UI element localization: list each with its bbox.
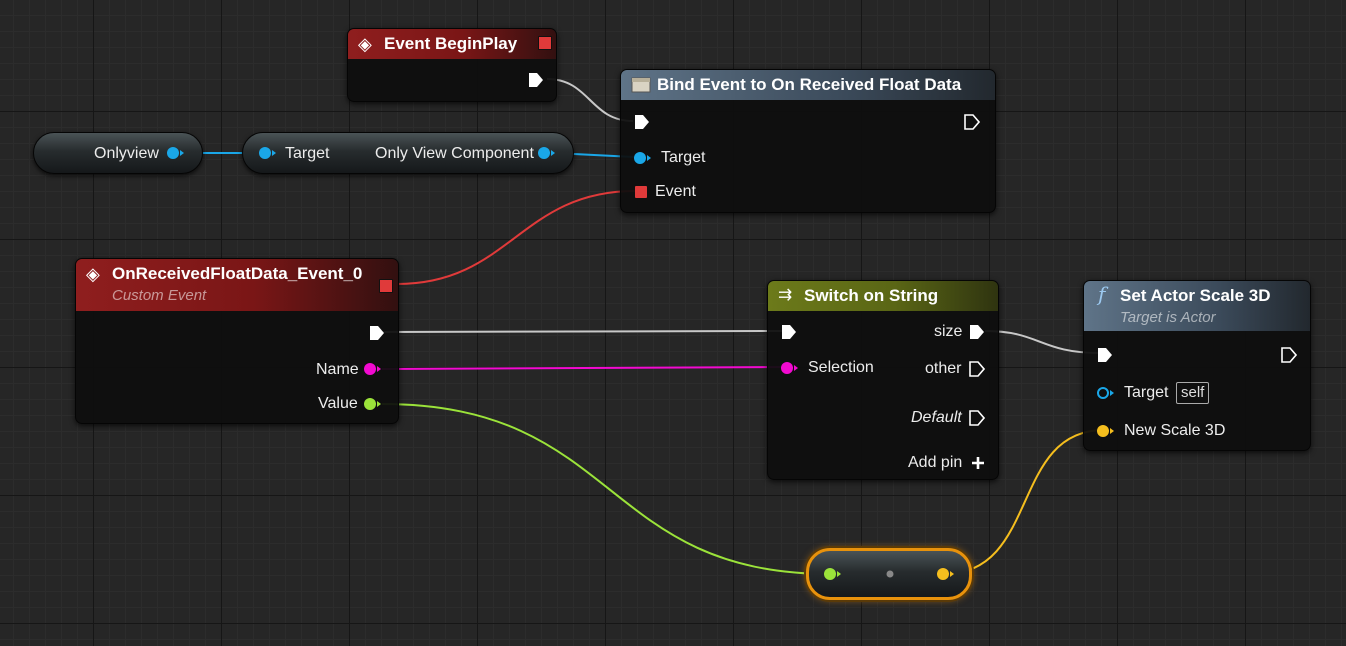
vector-input-pin[interactable] — [1097, 425, 1115, 437]
event-beginplay-node[interactable]: ◈ Event BeginPlay — [347, 28, 557, 102]
exec-input-pin[interactable] — [634, 114, 650, 130]
delegate-bind-icon — [631, 76, 651, 97]
only-view-component-node[interactable]: Target Only View Component — [242, 132, 574, 174]
conversion-dot-icon — [886, 570, 894, 578]
pin-label-event: Event — [655, 183, 696, 200]
pin-label-target: Target — [285, 145, 330, 162]
node-header: Bind Event to On Received Float Data — [621, 70, 995, 100]
switch-on-string-node[interactable]: ⇉ Switch on String size Selection other … — [767, 280, 999, 480]
node-header: f Set Actor Scale 3D Target is Actor — [1084, 281, 1310, 331]
pin-label-default: Default — [911, 409, 962, 426]
node-title: Bind Event to On Received Float Data — [657, 75, 962, 94]
node-header: ⇉ Switch on String — [768, 281, 998, 311]
size-exec-output-pin[interactable] — [969, 324, 985, 340]
float-input-pin[interactable] — [824, 568, 842, 580]
plus-icon[interactable] — [971, 456, 985, 470]
selection-input-pin[interactable] — [781, 362, 799, 374]
other-exec-output-pin[interactable] — [969, 361, 985, 377]
node-title: Event BeginPlay — [384, 34, 518, 53]
pin-label-target: Target — [661, 149, 706, 166]
node-header: ◈ Event BeginPlay — [348, 29, 556, 59]
delegate-output-pin[interactable] — [538, 36, 552, 50]
diamond-event-icon: ◈ — [86, 264, 100, 284]
event-input-pin[interactable] — [635, 186, 647, 198]
node-title: Set Actor Scale 3D — [1120, 286, 1271, 305]
node-title: Switch on String — [804, 286, 939, 305]
self-value-box[interactable]: self — [1176, 382, 1210, 404]
object-output-pin[interactable] — [167, 147, 185, 159]
bind-event-node[interactable]: Bind Event to On Received Float Data Tar… — [620, 69, 996, 213]
pin-label-value: Value — [318, 395, 358, 412]
exec-input-pin[interactable] — [1097, 347, 1113, 363]
exec-output-pin[interactable] — [964, 114, 980, 130]
pin-label-target: Target — [1124, 384, 1169, 401]
add-pin-label[interactable]: Add pin — [908, 454, 962, 472]
variable-label: Onlyview — [94, 145, 159, 162]
set-actor-scale-3d-node[interactable]: f Set Actor Scale 3D Target is Actor Tar… — [1083, 280, 1311, 451]
float-output-pin[interactable] — [364, 398, 382, 410]
diamond-event-icon: ◈ — [358, 34, 372, 54]
pin-label-other: other — [925, 360, 962, 377]
delegate-output-pin[interactable] — [379, 279, 393, 293]
target-input-pin[interactable] — [259, 147, 277, 159]
onlyview-variable-node[interactable]: Onlyview — [33, 132, 203, 174]
pin-label-name: Name — [316, 361, 359, 378]
node-subtitle: Target is Actor — [1120, 309, 1216, 326]
node-subtitle: Custom Event — [112, 287, 207, 304]
string-output-pin[interactable] — [364, 363, 382, 375]
default-exec-output-pin[interactable] — [969, 410, 985, 426]
exec-output-pin[interactable] — [369, 325, 385, 341]
custom-event-node[interactable]: ◈ OnReceivedFloatData_Event_0 Custom Eve… — [75, 258, 399, 424]
exec-input-pin[interactable] — [781, 324, 797, 340]
node-title: OnReceivedFloatData_Event_0 — [112, 264, 363, 283]
vector-output-pin[interactable] — [937, 568, 955, 580]
exec-output-pin[interactable] — [528, 72, 544, 88]
target-input-pin[interactable] — [634, 152, 652, 164]
function-f-icon: f — [1098, 282, 1106, 306]
float-to-vector-conversion-node[interactable] — [806, 548, 972, 600]
pin-label-new-scale-3d: New Scale 3D — [1124, 422, 1226, 439]
switch-icon: ⇉ — [778, 285, 793, 304]
target-input-pin[interactable] — [1097, 387, 1115, 399]
exec-output-pin[interactable] — [1281, 347, 1297, 363]
output-label: Only View Component — [375, 145, 534, 162]
node-header: ◈ OnReceivedFloatData_Event_0 Custom Eve… — [76, 259, 398, 311]
pin-label-selection: Selection — [808, 359, 874, 376]
object-output-pin[interactable] — [538, 147, 556, 159]
pin-label-size: size — [934, 323, 963, 340]
